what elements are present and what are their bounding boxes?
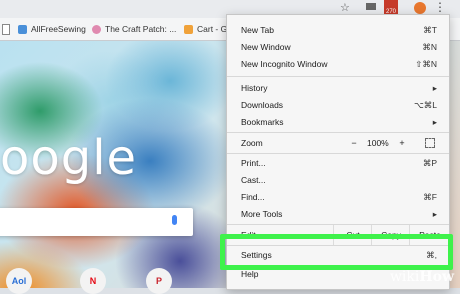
bookmark-favicon-icon: [92, 24, 101, 34]
chevron-right-icon: ▸: [432, 209, 437, 219]
zoom-level: 100%: [367, 138, 389, 148]
menu-new-incognito-window[interactable]: New Incognito Window ⇧⌘N: [227, 55, 449, 73]
menu-new-tab[interactable]: New Tab ⌘T: [227, 21, 449, 39]
bookmark-favicon-icon: [184, 24, 193, 34]
menu-find[interactable]: Find... ⌘F: [227, 188, 449, 206]
mail-icon[interactable]: [366, 3, 376, 10]
shortcut-tile-netflix[interactable]: N: [80, 268, 106, 294]
chevron-right-icon: ▸: [432, 83, 437, 93]
menu-kebab-icon[interactable]: ⋮: [434, 0, 446, 14]
shortcut-tile-pinterest[interactable]: P: [146, 268, 172, 294]
extension-icon[interactable]: [414, 2, 426, 14]
zoom-in-button[interactable]: +: [391, 134, 413, 152]
zoom-out-button[interactable]: −: [343, 134, 365, 152]
bookmark-cart[interactable]: Cart - G: [184, 22, 227, 36]
microphone-icon[interactable]: [172, 215, 177, 225]
star-icon[interactable]: ☆: [340, 1, 350, 14]
bookmark-craft-patch[interactable]: The Craft Patch: ...: [92, 22, 176, 36]
search-input[interactable]: [0, 208, 193, 236]
chevron-right-icon: ▸: [432, 117, 437, 127]
wikihow-watermark: wikiHow: [389, 269, 454, 285]
menu-history[interactable]: History ▸: [227, 79, 449, 97]
fullscreen-icon[interactable]: [425, 138, 435, 148]
menu-cast[interactable]: Cast...: [227, 171, 449, 189]
settings-highlight-box: [220, 234, 453, 270]
menu-zoom-row: Zoom − 100% +: [227, 133, 449, 153]
menu-downloads[interactable]: Downloads ⌥⌘L: [227, 96, 449, 114]
page-icon[interactable]: [2, 24, 10, 35]
shortcut-tile-aol[interactable]: Aol: [6, 268, 32, 294]
menu-bookmarks[interactable]: Bookmarks ▸: [227, 113, 449, 131]
menu-print[interactable]: Print... ⌘P: [227, 154, 449, 172]
menu-divider: [227, 76, 449, 77]
menu-more-tools[interactable]: More Tools ▸: [227, 205, 449, 223]
menu-new-window[interactable]: New Window ⌘N: [227, 38, 449, 56]
google-logo: oogle: [0, 130, 138, 186]
bookmark-favicon-icon: [18, 24, 27, 34]
bookmark-allfreesewing[interactable]: AllFreeSewing: [18, 22, 86, 36]
